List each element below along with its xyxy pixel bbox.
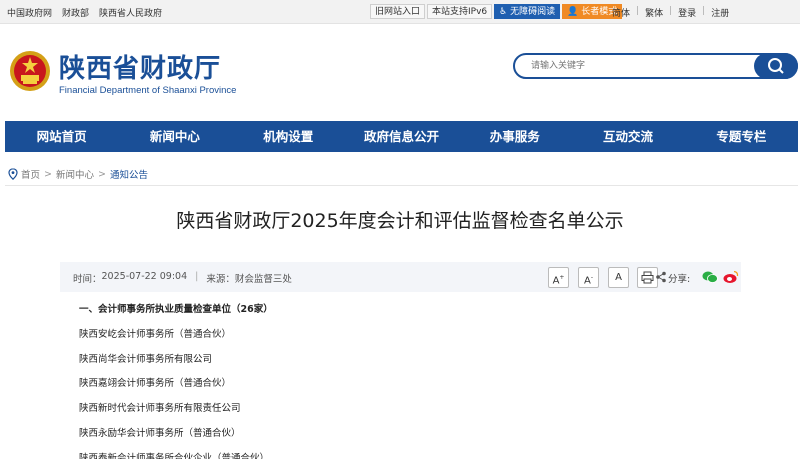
list-item: 陕西尚华会计师事务所有限公司	[79, 353, 213, 365]
article-body: 一、会计师事务所执业质量检查单位（26家） 陕西安屹会计师事务所（普通合伙） 陕…	[79, 302, 273, 459]
font-medium-button[interactable]: A-	[578, 267, 599, 288]
login-link[interactable]: 登录	[678, 6, 696, 19]
nav-organization[interactable]: 机构设置	[232, 121, 345, 152]
link-shaanxi-gov[interactable]: 陕西省人民政府	[99, 6, 162, 19]
list-item: 陕西安屹会计师事务所（普通合伙）	[79, 328, 232, 340]
source-label: 来源：	[206, 274, 235, 285]
printer-icon	[641, 271, 654, 284]
wechat-share-icon[interactable]	[702, 270, 718, 284]
weibo-share-icon[interactable]	[723, 270, 739, 284]
nav-gov-info[interactable]: 政府信息公开	[345, 121, 458, 152]
link-gov-cn[interactable]: 中国政府网	[7, 6, 52, 19]
divider: |	[636, 6, 640, 16]
location-pin-icon	[8, 168, 18, 180]
share-icon	[656, 271, 666, 283]
register-link[interactable]: 注册	[711, 6, 729, 19]
site-subtitle: Financial Department of Shaanxi Province	[59, 85, 237, 96]
breadcrumb-separator: >	[44, 168, 52, 180]
font-medium-label: A	[583, 275, 591, 287]
top-links: 中国政府网 财政部 陕西省人民政府	[7, 6, 172, 19]
article-meta: 时间： 2025-07-22 09:04 | 来源： 财会监督三处	[73, 271, 292, 285]
breadcrumb-home[interactable]: 首页	[21, 167, 40, 181]
site-title[interactable]: 陕西省财政厅	[59, 48, 221, 85]
time-label: 时间：	[73, 274, 102, 285]
search-box	[513, 53, 798, 79]
breadcrumb-news[interactable]: 新闻中心	[56, 167, 94, 181]
lang-traditional-link[interactable]: 繁体	[645, 6, 663, 19]
font-small-label: A	[615, 272, 622, 283]
list-item: 陕西新时代会计师事务所有限责任公司	[79, 403, 241, 415]
share-label: 分享:	[668, 274, 691, 285]
article-title: 陕西省财政厅2025年度会计和评估监督检查名单公示	[176, 210, 624, 232]
accessible-reading-button[interactable]: ♿ 无障碍阅读	[494, 4, 561, 19]
article-meta-bar: 时间： 2025-07-22 09:04 | 来源： 财会监督三处 A+ A- …	[60, 262, 741, 292]
breadcrumb-separator: >	[98, 168, 106, 180]
section-heading: 一、会计师事务所执业质量检查单位（26家）	[79, 304, 273, 315]
accessible-reading-label: 无障碍阅读	[510, 7, 556, 17]
list-item: 陕西永励华会计师事务所（普通合伙）	[79, 427, 241, 439]
publish-time: 2025-07-22 09:04	[101, 271, 188, 282]
article-source: 财会监督三处	[234, 274, 292, 285]
breadcrumb-current[interactable]: 通知公告	[110, 167, 148, 181]
main-nav: 网站首页 新闻中心 机构设置 政府信息公开 办事服务 互动交流 专题专栏	[5, 121, 798, 152]
list-item: 陕西泰新会计师事务所合伙企业（普通合伙）	[79, 452, 270, 459]
nav-home[interactable]: 网站首页	[5, 121, 118, 152]
top-bar: 中国政府网 财政部 陕西省人民政府 旧网站入口 本站支持IPv6 ♿ 无障碍阅读…	[0, 0, 800, 24]
nav-news[interactable]: 新闻中心	[118, 121, 231, 152]
list-item: 陕西嘉翊会计师事务所（普通合伙）	[79, 378, 232, 390]
divider: |	[669, 6, 673, 16]
lang-simplified-link[interactable]: 简体	[612, 6, 630, 19]
search-icon	[768, 58, 784, 74]
search-input[interactable]	[531, 58, 751, 74]
divider: |	[195, 271, 199, 282]
divider: |	[702, 6, 706, 16]
elder-icon: 👤	[567, 7, 579, 17]
font-small-button[interactable]: A	[608, 267, 629, 288]
font-large-button[interactable]: A+	[548, 267, 569, 288]
old-site-link[interactable]: 旧网站入口	[370, 4, 426, 19]
nav-services[interactable]: 办事服务	[458, 121, 571, 152]
national-emblem-icon	[10, 51, 50, 91]
nav-special-topics[interactable]: 专题专栏	[685, 121, 798, 152]
accessibility-icon: ♿	[499, 7, 508, 17]
ipv6-badge: 本站支持IPv6	[427, 4, 493, 19]
language-login-links: 简体 | 繁体 | 登录 | 注册	[612, 6, 729, 19]
divider	[5, 185, 798, 186]
breadcrumb: 首页 > 新闻中心 > 通知公告	[8, 167, 148, 181]
link-mof[interactable]: 财政部	[62, 6, 89, 19]
nav-interaction[interactable]: 互动交流	[571, 121, 684, 152]
top-tools: 旧网站入口 本站支持IPv6 ♿ 无障碍阅读 👤 长者模式	[370, 4, 624, 19]
search-button[interactable]	[754, 53, 798, 79]
